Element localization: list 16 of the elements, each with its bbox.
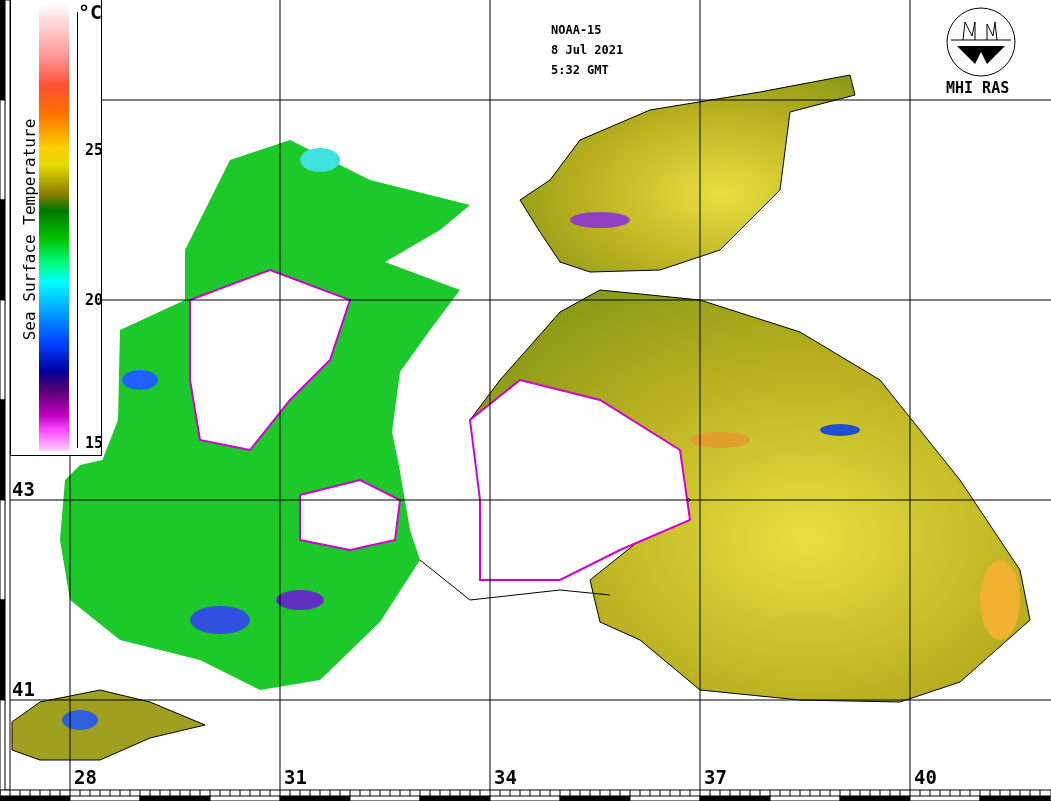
tick-label: 15 [85,436,104,451]
header-text: NOAA-15 [551,24,602,36]
latitude-label: 43 [12,480,35,499]
longitude-label: 31 [284,768,307,787]
logo-text: MHI RAS [946,81,1010,96]
latitude-label: 41 [12,680,35,699]
logo-icon [945,6,1017,78]
tick-label: 25 [85,143,104,158]
header-text: 5:32 GMT [551,64,609,76]
legend-title: Sea Surface Temperature [19,117,39,343]
longitude-label: 40 [914,768,937,787]
longitude-label: 34 [494,768,517,787]
header-text: 8 Jul 2021 [551,44,624,56]
unit-label: °C [78,2,103,22]
longitude-label: 37 [704,768,727,787]
longitude-label: 28 [74,768,97,787]
